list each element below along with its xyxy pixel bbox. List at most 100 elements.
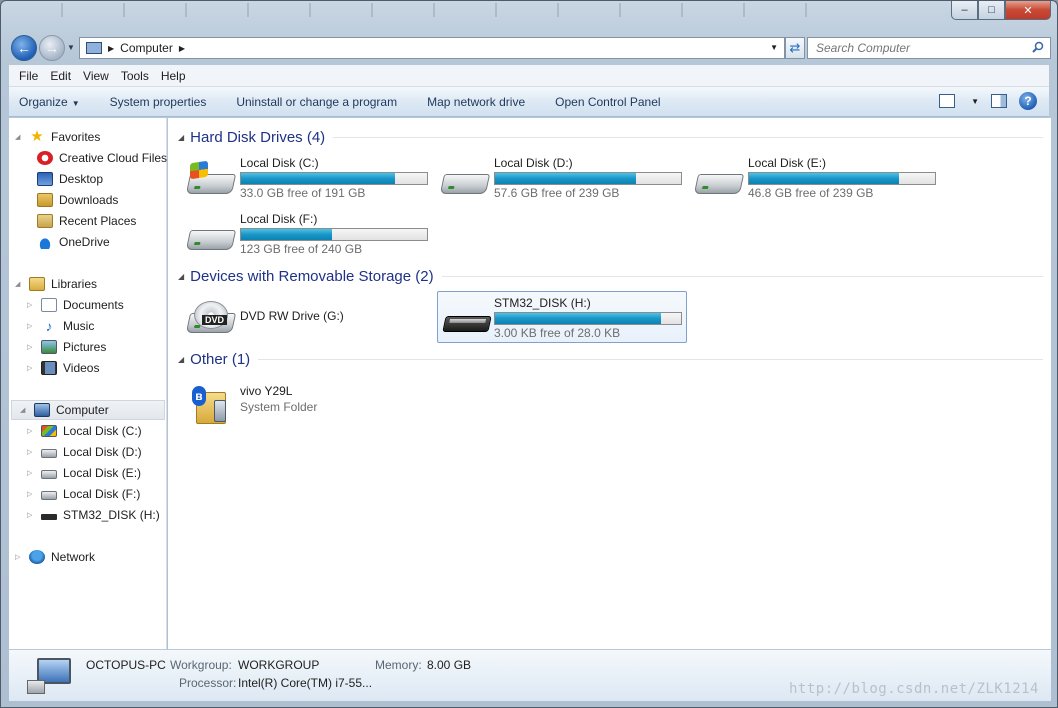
drive-usage-fill [495, 313, 662, 324]
processor-value: Intel(R) Core(TM) i7-55... [238, 676, 373, 690]
nav-drive-f[interactable]: ▷ Local Disk (F:) [27, 484, 140, 504]
group-other[interactable]: ◢ Other (1) [178, 349, 1043, 369]
nav-music[interactable]: ▷ ♪ Music [27, 316, 94, 336]
uninstall-program-button[interactable]: Uninstall or change a program [236, 95, 397, 109]
close-button[interactable]: ✕ [1005, 1, 1051, 20]
chevron-right-icon[interactable]: ▶ [108, 44, 114, 53]
menu-edit[interactable]: Edit [44, 69, 77, 83]
expand-icon[interactable]: ◢ [15, 133, 23, 141]
search-icon[interactable] [1032, 41, 1044, 53]
drive-tile-h[interactable]: STM32_DISK (H:) 3.00 KB free of 28.0 KB [437, 291, 687, 343]
computer-icon [27, 658, 73, 696]
collapse-icon[interactable]: ▷ [27, 448, 35, 456]
collapse-icon[interactable]: ▷ [27, 343, 35, 351]
nav-pictures[interactable]: ▷ Pictures [27, 337, 106, 357]
menu-file[interactable]: File [13, 69, 44, 83]
nav-label: Documents [63, 298, 124, 312]
nav-label: Creative Cloud Files [59, 151, 168, 165]
collapse-icon[interactable]: ▷ [15, 553, 23, 561]
nav-drive-h[interactable]: ▷ STM32_DISK (H:) [27, 505, 160, 525]
drive-tile-d[interactable]: Local Disk (D:) 57.6 GB free of 239 GB [438, 152, 688, 204]
drive-tile-e[interactable]: Local Disk (E:) 46.8 GB free of 239 GB [692, 152, 942, 204]
group-removable-storage[interactable]: ◢ Devices with Removable Storage (2) [178, 266, 1043, 286]
drive-tile-g[interactable]: DVD DVD RW Drive (G:) [184, 291, 434, 343]
system-properties-button[interactable]: System properties [110, 95, 207, 109]
forward-button[interactable]: → [39, 35, 65, 61]
nav-onedrive[interactable]: OneDrive [37, 232, 110, 252]
change-view-icon[interactable] [939, 94, 956, 108]
nav-label: OneDrive [59, 235, 110, 249]
expand-icon[interactable]: ◢ [20, 406, 28, 414]
nav-recent-places[interactable]: Recent Places [37, 211, 136, 231]
nav-creative-cloud[interactable]: Creative Cloud Files [37, 148, 167, 168]
nav-computer[interactable]: ◢ Computer [11, 400, 165, 420]
recent-pages-dropdown-icon[interactable]: ▼ [67, 43, 75, 52]
map-network-drive-button[interactable]: Map network drive [427, 95, 525, 109]
group-collapse-icon[interactable]: ◢ [178, 355, 184, 364]
collapse-icon[interactable]: ▷ [27, 301, 35, 309]
nav-videos[interactable]: ▷ Videos [27, 358, 99, 378]
menu-help[interactable]: Help [155, 69, 192, 83]
menu-view[interactable]: View [77, 69, 115, 83]
refresh-button[interactable]: ⇄ [785, 37, 805, 59]
title-bar[interactable]: – □ ✕ [1, 1, 1057, 31]
collapse-icon[interactable]: ▷ [27, 427, 35, 435]
nav-label: STM32_DISK (H:) [63, 508, 160, 522]
back-button[interactable]: ← [11, 35, 37, 61]
expand-icon[interactable]: ◢ [15, 280, 23, 288]
drive-free-space: 33.0 GB free of 191 GB [240, 186, 366, 200]
nav-drive-c[interactable]: ▷ Local Disk (C:) [27, 421, 142, 441]
nav-label: Computer [56, 403, 109, 417]
nav-desktop[interactable]: Desktop [37, 169, 103, 189]
downloads-folder-icon [37, 193, 53, 207]
maximize-button[interactable]: □ [978, 1, 1005, 20]
nav-network[interactable]: ▷ Network [15, 547, 95, 567]
group-collapse-icon[interactable]: ◢ [178, 133, 184, 142]
preview-pane-icon[interactable] [991, 94, 1007, 108]
nav-documents[interactable]: ▷ Documents [27, 295, 124, 315]
organize-button[interactable]: Organize ▼ [19, 95, 80, 109]
address-bar[interactable]: ▶ Computer ▶ ▼ [79, 37, 785, 59]
views-dropdown-icon[interactable]: ▼ [971, 97, 979, 106]
search-input[interactable] [808, 38, 1018, 58]
address-dropdown-icon[interactable]: ▼ [770, 43, 778, 52]
music-note-icon: ♪ [45, 318, 53, 334]
pc-name: OCTOPUS-PC [86, 658, 166, 672]
group-title: Other (1) [190, 350, 251, 368]
nav-drive-d[interactable]: ▷ Local Disk (D:) [27, 442, 142, 462]
nav-libraries[interactable]: ◢ Libraries [15, 274, 97, 294]
command-bar-right: ▼ ? [939, 92, 1037, 110]
usb-drive-icon [41, 514, 57, 520]
content-pane[interactable]: ◢ Hard Disk Drives (4) Local Disk (C:) 3… [168, 118, 1051, 649]
open-control-panel-button[interactable]: Open Control Panel [555, 95, 660, 109]
nav-drive-e[interactable]: ▷ Local Disk (E:) [27, 463, 141, 483]
group-collapse-icon[interactable]: ◢ [178, 272, 184, 281]
minimize-button[interactable]: – [951, 1, 978, 20]
hard-drive-body [439, 174, 491, 194]
nav-favorites[interactable]: ◢ ★ Favorites [15, 127, 100, 147]
hard-drive-icon [439, 162, 491, 198]
hard-drive-icon [41, 491, 57, 500]
drive-tile-c[interactable]: Local Disk (C:) 33.0 GB free of 191 GB [184, 152, 434, 204]
drive-usage-bar [748, 172, 936, 185]
group-divider [441, 275, 1043, 277]
collapse-icon[interactable]: ▷ [27, 511, 35, 519]
dvd-badge: DVD [202, 315, 228, 325]
collapse-icon[interactable]: ▷ [27, 469, 35, 477]
breadcrumb-computer[interactable]: Computer [120, 41, 173, 55]
chevron-right-icon[interactable]: ▶ [179, 44, 185, 53]
collapse-icon[interactable]: ▷ [27, 322, 35, 330]
drive-free-space: 46.8 GB free of 239 GB [748, 186, 874, 200]
menu-tools[interactable]: Tools [115, 69, 155, 83]
drive-tile-f[interactable]: Local Disk (F:) 123 GB free of 240 GB [184, 208, 434, 260]
collapse-icon[interactable]: ▷ [27, 364, 35, 372]
nav-downloads[interactable]: Downloads [37, 190, 118, 210]
nav-label: Videos [63, 361, 100, 375]
drive-free-space: 57.6 GB free of 239 GB [494, 186, 620, 200]
collapse-icon[interactable]: ▷ [27, 490, 35, 498]
navigation-pane[interactable]: ◢ ★ Favorites Creative Cloud Files Desktop… [9, 118, 167, 649]
help-icon[interactable]: ? [1019, 92, 1037, 110]
device-tile-vivo[interactable]: ʙ vivo Y29L System Folder [184, 372, 434, 424]
navigation-row: ← → ▼ ▶ Computer ▶ ▼ ⇄ [9, 33, 1051, 61]
group-hard-disk-drives[interactable]: ◢ Hard Disk Drives (4) [178, 127, 1043, 147]
